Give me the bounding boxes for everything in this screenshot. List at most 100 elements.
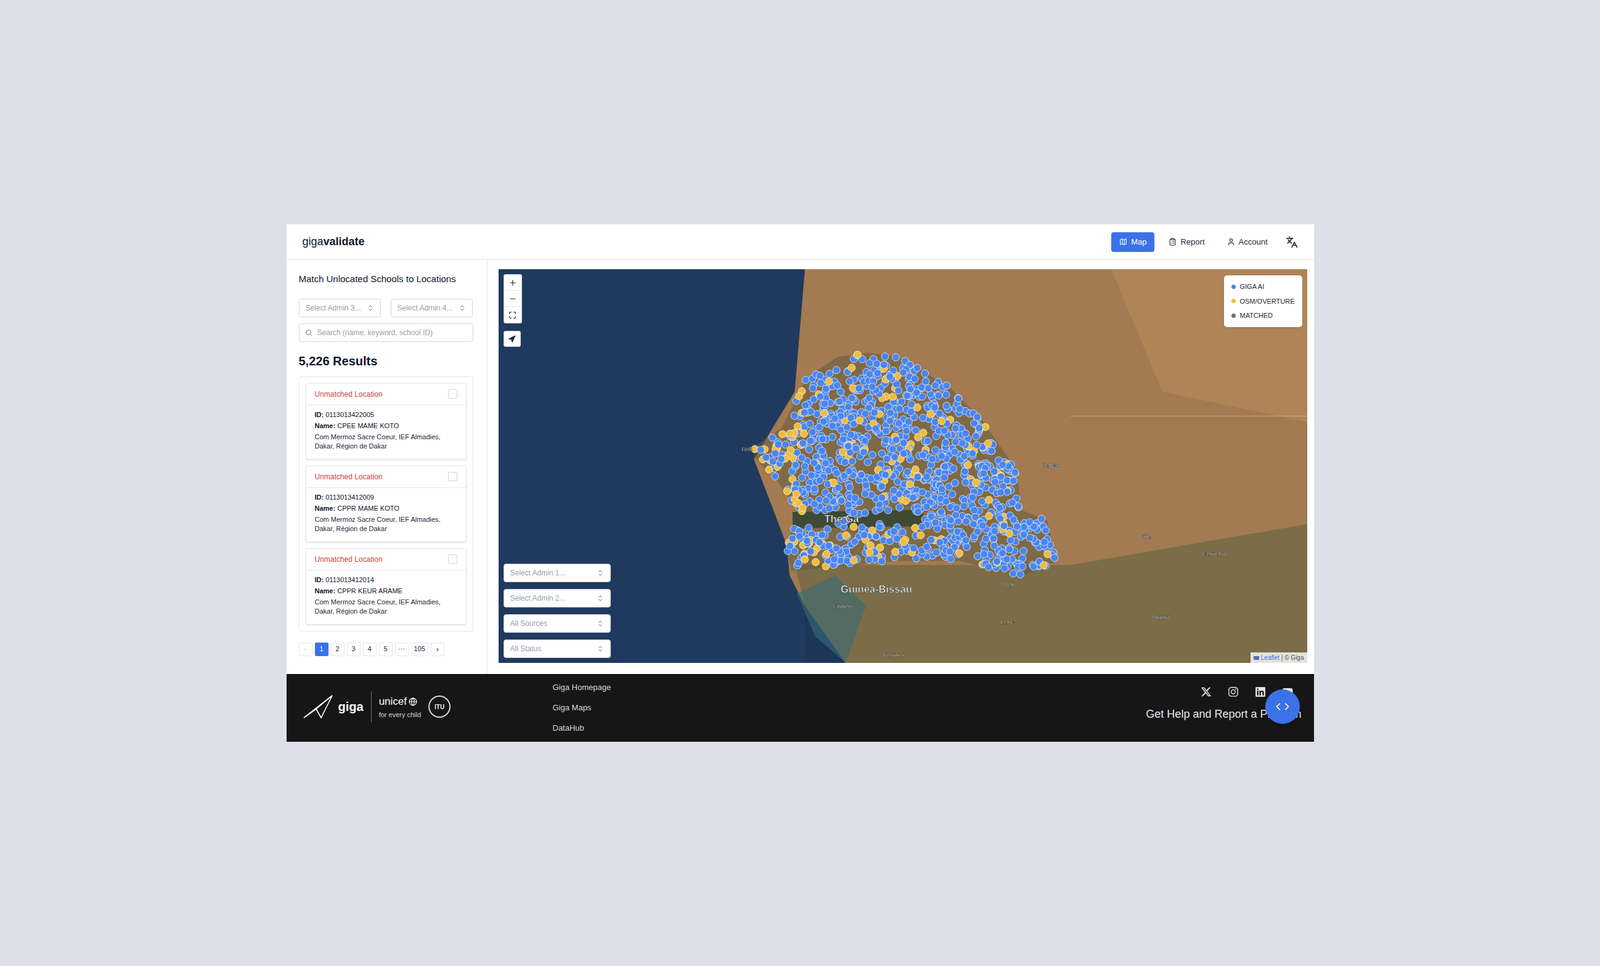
nav-icon (1119, 237, 1128, 246)
app-window: gigavalidate MapReport Account Match Unloca… (286, 224, 1315, 743)
legend-dot (1231, 298, 1236, 304)
legend-item: OSM/OVERTURE (1231, 296, 1295, 307)
search-field[interactable]: Search (name, keyword, school ID) (298, 323, 474, 343)
card-status: Unmatched Location (314, 471, 383, 483)
chevrons-icon (596, 594, 605, 603)
fullscreen-icon (508, 311, 517, 320)
instagram-icon[interactable] (1227, 686, 1239, 698)
school-card[interactable]: Unmatched Location ID: 0113013412009Name:… (305, 465, 467, 543)
zoom-controls (503, 274, 523, 324)
card-name: Name: CPPR KEUR ARAME (314, 586, 458, 596)
header: gigavalidate MapReport Account (286, 224, 1315, 261)
footer-link[interactable]: Giga Homepage (552, 681, 612, 694)
card-checkbox[interactable] (448, 472, 458, 482)
svg-text:Bamako: Bamako (1203, 550, 1226, 558)
footer-links: Giga Homepage Giga Maps DataHub (552, 674, 612, 735)
translate-icon[interactable] (1285, 236, 1298, 249)
card-checkbox[interactable] (448, 554, 458, 564)
next-page[interactable]: › (430, 642, 445, 657)
fullscreen-button[interactable] (504, 306, 522, 323)
nav: MapReport Account (1111, 232, 1298, 253)
admin-filters: Select Admin 3... Select Admin 4... (298, 298, 475, 318)
nav-item[interactable]: Account (1219, 232, 1276, 253)
unicef-globe-icon (408, 697, 418, 707)
page-button[interactable]: 4 (363, 642, 377, 657)
plus-icon (508, 278, 518, 288)
svg-text:Dak: Dak (741, 445, 753, 453)
footer-link[interactable]: DataHub (552, 722, 612, 735)
legend-dot (1231, 284, 1236, 290)
search-icon (305, 329, 313, 337)
map-area: DakThe GaGuinea-BissauBissauBamakoKayesK… (487, 260, 1315, 675)
page-button[interactable]: 1 (314, 642, 329, 657)
map-filter-select[interactable]: Select Admin 1... (503, 563, 611, 583)
card-status: Unmatched Location (314, 388, 383, 400)
giga-logo[interactable]: giga (302, 693, 364, 721)
x-icon[interactable] (1200, 686, 1212, 698)
page-button[interactable]: 105 (411, 642, 429, 657)
legend-item: MATCHED (1231, 310, 1295, 322)
school-card[interactable]: Unmatched LocationID: 0113013422005Name:… (305, 383, 467, 460)
chevrons-icon (596, 569, 605, 577)
map-filter-select[interactable]: Select Admin 2... (503, 589, 611, 608)
svg-text:Kayes: Kayes (1041, 461, 1059, 469)
itu-logo[interactable]: ITU (428, 695, 451, 719)
zoom-in-button[interactable] (504, 274, 522, 291)
map-filter-select[interactable]: All Status (503, 639, 611, 659)
locate-icon (507, 335, 516, 344)
sidebar: Match Unlocated Schools to Locations Sele… (286, 260, 488, 675)
prev-page[interactable]: ‹ (298, 642, 313, 657)
card-list: Unmatched LocationID: 0113013422005Name:… (298, 376, 474, 632)
svg-text:Guinea-Bissau: Guinea-Bissau (840, 583, 912, 596)
page-button[interactable]: 5 (379, 642, 393, 657)
svg-text:Labe: Labe (1000, 618, 1016, 626)
linkedin-icon[interactable] (1254, 686, 1266, 698)
card-name: Name: CPEE MAME KOTO (314, 421, 458, 431)
main: Match Unlocated Schools to Locations Sele… (286, 260, 1315, 675)
map[interactable]: DakThe GaGuinea-BissauBissauBamakoKayesK… (498, 269, 1308, 664)
locate-button[interactable] (503, 330, 521, 347)
svg-text:The Ga: The Ga (824, 513, 860, 526)
legend-item: GIGA AI (1231, 281, 1295, 293)
svg-text:Mali: Mali (1002, 581, 1014, 588)
card-address: Com Mermoz Sacre Coeur, IEF Almadies, Da… (314, 515, 458, 534)
card-name: Name: CPPR MAME KOTO (314, 504, 458, 514)
card-id: ID: 0113013412014 (314, 575, 458, 585)
card-address: Com Mermoz Sacre Coeur, IEF Almadies, Da… (314, 597, 458, 617)
sidebar-title: Match Unlocated Schools to Locations (298, 272, 475, 287)
results-count: 5,226 Results (298, 351, 475, 371)
nav-icon (1227, 237, 1236, 246)
page-button[interactable]: ··· (395, 642, 409, 657)
nav-item[interactable]: Map (1111, 232, 1155, 253)
card-status: Unmatched Location (314, 554, 383, 566)
map-filter-select[interactable]: All Sources (503, 614, 611, 633)
dev-toggle-button[interactable] (1265, 689, 1300, 725)
unicef-logo[interactable]: uniceffor every child (379, 693, 421, 720)
footer: giga uniceffor every child ITU Giga Homepag… (286, 674, 1315, 743)
svg-text:Kamsar: Kamsar (883, 651, 905, 659)
school-card[interactable]: Unmatched Location ID: 0113013412014Name:… (305, 548, 467, 625)
chevrons-icon (366, 304, 375, 312)
card-checkbox[interactable] (448, 389, 458, 399)
svg-text:Siguiri: Siguiri (1151, 613, 1170, 621)
page-button[interactable]: 2 (330, 642, 345, 657)
chevrons-icon (458, 304, 466, 312)
map-filters: Select Admin 1... Select Admin 2... All So… (503, 563, 611, 659)
legend: GIGA AI OSM/OVERTURE MATCHED (1224, 275, 1302, 328)
logo[interactable]: gigavalidate (302, 233, 365, 251)
giga-bird-icon (302, 693, 335, 721)
footer-link[interactable]: Giga Maps (552, 702, 612, 714)
card-address: Com Mermoz Sacre Coeur, IEF Almadies, Da… (314, 432, 458, 452)
nav-item[interactable]: Report (1160, 232, 1213, 253)
nav-icon (1168, 237, 1177, 246)
pagination: ‹12345···105› (298, 642, 475, 657)
admin-select[interactable]: Select Admin 3... (298, 298, 381, 318)
minus-icon (508, 294, 518, 304)
chevron-left-icon (1272, 700, 1285, 714)
legend-dot (1231, 313, 1236, 319)
card-id: ID: 0113013412009 (314, 493, 458, 503)
page-button[interactable]: 3 (346, 642, 361, 657)
zoom-out-button[interactable] (504, 290, 522, 307)
admin-select[interactable]: Select Admin 4... (390, 298, 473, 318)
footer-logos: giga uniceffor every child ITU (286, 674, 553, 723)
